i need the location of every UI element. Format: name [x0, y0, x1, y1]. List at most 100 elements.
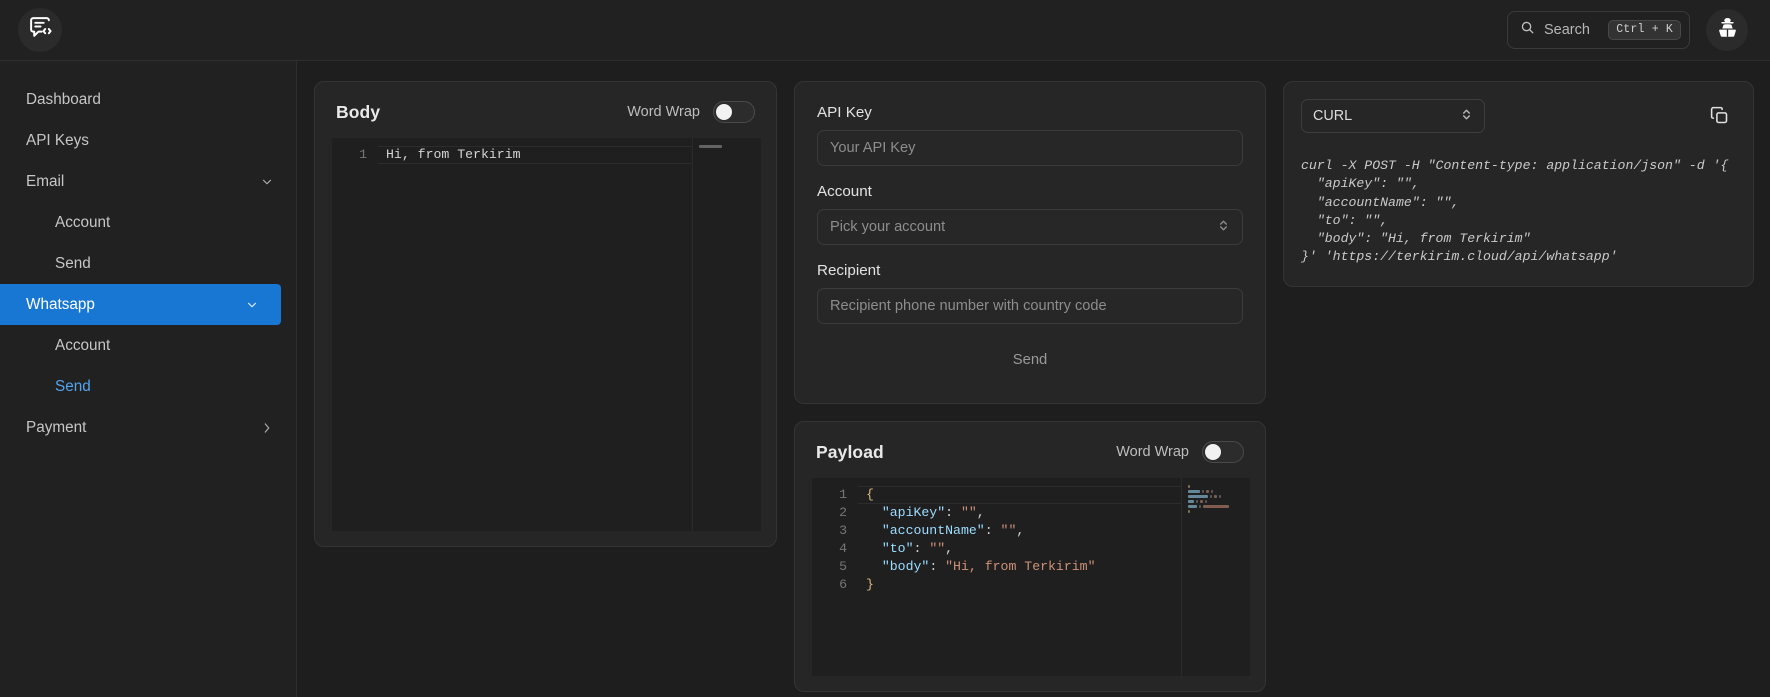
- sidebar-item-label: Dashboard: [26, 90, 101, 108]
- minimap-segment: [1203, 505, 1229, 508]
- api-key-label: API Key: [817, 104, 872, 121]
- minimap-segment: [1188, 490, 1200, 493]
- sidebar-item-send-sub[interactable]: Send: [0, 243, 296, 284]
- recipient-field[interactable]: Recipient phone number with country code: [817, 288, 1243, 324]
- api-key-placeholder: Your API Key: [830, 140, 916, 156]
- send-button[interactable]: Send: [817, 341, 1243, 378]
- minimap-line: [1182, 510, 1237, 514]
- code-line: "to": "",: [866, 540, 1181, 558]
- sidebar-item-send-sub[interactable]: Send: [0, 366, 296, 407]
- chevron-down-icon: [245, 298, 259, 312]
- code-line: "accountName": "",: [866, 522, 1181, 540]
- line-number: 6: [839, 577, 847, 592]
- code-token: "": [1000, 523, 1017, 538]
- copy-icon: [1709, 106, 1730, 130]
- code-token: "body": [881, 559, 930, 574]
- minimap-segment: [1188, 505, 1197, 508]
- body-code-area[interactable]: Hi, from Terkirim: [378, 138, 692, 531]
- minimap-line: [1182, 485, 1237, 489]
- sidebar-item-payment[interactable]: Payment: [0, 407, 296, 448]
- minimap-segment: [1188, 485, 1190, 488]
- payload-card-header: Payload Word Wrap: [795, 422, 1265, 478]
- minimap-segment: [1213, 495, 1217, 498]
- minimap-segment: [1188, 510, 1190, 513]
- account-placeholder: Pick your account: [830, 219, 946, 235]
- code-token: "apiKey": [881, 505, 946, 520]
- minimap-segment: [1218, 495, 1221, 498]
- app-shell: Dashboard API Keys Email Account Send Whatsap…: [0, 61, 1770, 697]
- code-line: Hi, from Terkirim: [386, 146, 692, 164]
- toggle-knob: [1205, 444, 1221, 460]
- code-line: {: [866, 486, 1181, 504]
- form-column: API Key Your API Key Account Pick your a…: [794, 81, 1266, 692]
- payload-word-wrap-group: Word Wrap: [1116, 441, 1244, 463]
- chat-code-bubble-icon: [28, 15, 53, 45]
- top-bar-right-group: Search Ctrl + K: [1507, 9, 1748, 51]
- body-minimap[interactable]: [692, 138, 748, 531]
- curl-column: CURL curl -X POST -H "Content-type: appl…: [1283, 81, 1754, 287]
- payload-minimap[interactable]: [1181, 478, 1237, 676]
- code-token: {: [866, 487, 874, 502]
- code-token: }: [866, 577, 874, 592]
- language-select[interactable]: CURL: [1301, 99, 1485, 133]
- payload-code-area[interactable]: { "apiKey": "", "accountName": "", "to":…: [858, 478, 1181, 676]
- api-key-field[interactable]: Your API Key: [817, 130, 1243, 166]
- curl-card: CURL curl -X POST -H "Content-type: appl…: [1283, 81, 1754, 287]
- body-word-wrap-toggle[interactable]: [713, 101, 755, 123]
- code-line: "body": "Hi, from Terkirim": [866, 558, 1181, 576]
- payload-word-wrap-toggle[interactable]: [1202, 441, 1244, 463]
- code-line: "apiKey": "",: [866, 504, 1181, 522]
- account-select[interactable]: Pick your account: [817, 209, 1243, 245]
- code-token: "Hi, from Terkirim": [945, 559, 1096, 574]
- minimap-segment: [1209, 495, 1212, 498]
- payload-scrollbar[interactable]: [1237, 478, 1250, 676]
- curl-code: curl -X POST -H "Content-type: applicati…: [1301, 158, 1729, 265]
- code-token: ,: [945, 541, 954, 556]
- minimap-segment: [1200, 500, 1203, 503]
- sidebar-item-account-sub[interactable]: Account: [0, 325, 296, 366]
- sidebar-item-account-sub[interactable]: Account: [0, 202, 296, 243]
- line-number: 2: [839, 505, 847, 520]
- payload-title: Payload: [816, 441, 884, 462]
- sidebar: Dashboard API Keys Email Account Send Whatsap…: [0, 61, 297, 697]
- main-content: Body Word Wrap 1 Hi, from Terkirim API K…: [297, 61, 1770, 697]
- sidebar-item-label: Whatsapp: [26, 295, 95, 313]
- recipient-placeholder: Recipient phone number with country code: [830, 298, 1107, 314]
- app-logo[interactable]: [18, 8, 62, 52]
- request-form-card: API Key Your API Key Account Pick your a…: [794, 81, 1266, 404]
- minimap-segment: [1206, 490, 1209, 493]
- body-line-numbers: 1: [332, 138, 378, 531]
- search-shortcut-badge: Ctrl + K: [1608, 19, 1681, 41]
- sidebar-item-email[interactable]: Email: [0, 161, 296, 202]
- body-scrollbar[interactable]: [748, 138, 761, 531]
- minimap-segment: [1211, 490, 1213, 493]
- code-token: :: [913, 541, 930, 556]
- copy-button[interactable]: [1703, 99, 1736, 137]
- incognito-detective-icon: [1716, 16, 1739, 44]
- sidebar-item-label: Account: [55, 336, 111, 354]
- body-card: Body Word Wrap 1 Hi, from Terkirim: [314, 81, 777, 547]
- search-button[interactable]: Search Ctrl + K: [1507, 11, 1690, 49]
- code-token: ,: [976, 505, 985, 520]
- sidebar-item-label: Account: [55, 213, 111, 231]
- line-number: 3: [839, 523, 847, 538]
- payload-code-editor[interactable]: 1 2 3 4 5 6 { "apiKey": "", "accountName": ""…: [812, 478, 1250, 676]
- minimap-line: [1182, 500, 1237, 504]
- recipient-label: Recipient: [817, 262, 881, 279]
- top-bar: Search Ctrl + K: [0, 0, 1770, 61]
- sidebar-item-label: Payment: [26, 418, 87, 436]
- minimap-line: [1182, 505, 1237, 509]
- payload-word-wrap-label: Word Wrap: [1116, 444, 1189, 460]
- code-token: ,: [1016, 523, 1025, 538]
- avatar[interactable]: [1706, 9, 1748, 51]
- sidebar-item-whatsapp[interactable]: Whatsapp: [0, 284, 281, 325]
- sidebar-item-dashboard[interactable]: Dashboard: [0, 79, 296, 120]
- minimap-line: [1182, 495, 1237, 499]
- sidebar-item-label: Email: [26, 172, 65, 190]
- account-label: Account: [817, 183, 872, 200]
- sidebar-item-api-keys[interactable]: API Keys: [0, 120, 296, 161]
- body-code-editor[interactable]: 1 Hi, from Terkirim: [332, 138, 761, 531]
- minimap-segment: [1202, 490, 1204, 493]
